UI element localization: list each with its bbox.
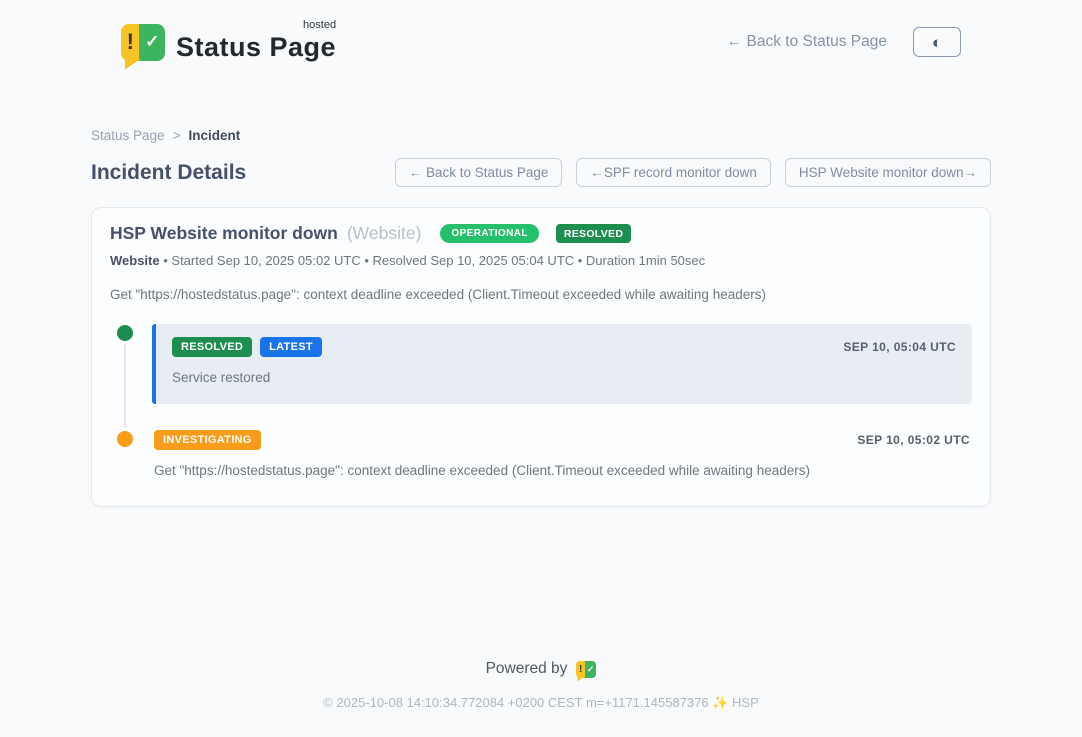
- prev-incident-button[interactable]: ←SPF record monitor down: [576, 158, 771, 187]
- breadcrumb: Status Page > Incident: [91, 128, 991, 143]
- latest-badge: LATEST: [260, 337, 322, 357]
- timeline-entry-head: RESOLVED LATEST SEP 10, 05:04 UTC: [172, 337, 956, 357]
- timeline-entry-resolved: RESOLVED LATEST SEP 10, 05:04 UTC Servic…: [152, 324, 972, 404]
- heading-row: Incident Details ← Back to Status Page ←…: [91, 158, 991, 187]
- investigating-badge: INVESTIGATING: [154, 430, 261, 450]
- next-incident-button[interactable]: HSP Website monitor down→: [785, 158, 991, 187]
- timeline-entry-investigating: INVESTIGATING SEP 10, 05:02 UTC Get "htt…: [152, 430, 972, 478]
- resolved-state-badge: RESOLVED: [556, 224, 631, 244]
- operational-status-badge: OPERATIONAL: [440, 224, 538, 243]
- timeline-badges: INVESTIGATING: [154, 430, 261, 450]
- half-circle-contrast-icon: ◐: [932, 34, 942, 51]
- status-page-mini-logo-icon: ! ✓: [576, 661, 596, 678]
- timeline-entry-plain: INVESTIGATING SEP 10, 05:02 UTC Get "htt…: [152, 430, 972, 478]
- incident-meta-component: Website: [110, 253, 160, 268]
- breadcrumb-incident: Incident: [188, 128, 240, 143]
- brand-hosted-label: hosted: [303, 20, 336, 31]
- incident-title: HSP Website monitor down: [110, 223, 338, 244]
- breadcrumb-status-page[interactable]: Status Page: [91, 128, 165, 143]
- breadcrumb-separator: >: [173, 128, 181, 143]
- incident-meta: Website • Started Sep 10, 2025 05:02 UTC…: [110, 253, 972, 268]
- powered-by-label: Powered by: [486, 660, 568, 678]
- timeline-entry-head: INVESTIGATING SEP 10, 05:02 UTC: [154, 430, 970, 450]
- app-logo[interactable]: ! ✓ Status Page hosted: [121, 24, 336, 61]
- check-icon: ✓: [139, 24, 165, 61]
- footer: Powered by ! ✓ © 2025-10-08 14:10:34.772…: [0, 630, 1082, 737]
- incident-meta-times: • Started Sep 10, 2025 05:02 UTC • Resol…: [163, 253, 705, 268]
- incident-timeline: RESOLVED LATEST SEP 10, 05:04 UTC Servic…: [110, 324, 972, 478]
- timeline-badges: RESOLVED LATEST: [172, 337, 322, 357]
- powered-by-link[interactable]: Powered by ! ✓: [0, 660, 1082, 678]
- header: ! ✓ Status Page hosted ← Back to Status …: [91, 14, 991, 70]
- header-back-to-status-page-link[interactable]: ← Back to Status Page: [727, 33, 887, 51]
- check-icon: ✓: [585, 661, 597, 678]
- timeline-dot-orange: [117, 431, 133, 447]
- incident-description: Get "https://hostedstatus.page": context…: [110, 287, 972, 302]
- incident-card: HSP Website monitor down (Website) OPERA…: [91, 207, 991, 507]
- resolved-badge: RESOLVED: [172, 337, 252, 357]
- exclamation-icon: !: [576, 661, 584, 678]
- timeline-connector-line: [124, 340, 126, 444]
- timeline-timestamp: SEP 10, 05:02 UTC: [857, 433, 970, 447]
- exclamation-icon: !: [121, 24, 139, 61]
- page-title: Incident Details: [91, 161, 246, 185]
- timeline-dot-green: [117, 325, 133, 341]
- brand-name: Status Page hosted: [176, 24, 336, 61]
- incident-title-row: HSP Website monitor down (Website) OPERA…: [110, 223, 972, 244]
- brand-name-label: Status Page: [176, 32, 336, 62]
- status-page-logo-icon: ! ✓: [121, 24, 165, 61]
- main-content: Status Page > Incident Incident Details …: [91, 128, 991, 507]
- theme-toggle-button[interactable]: ◐: [913, 27, 961, 57]
- incident-component: (Website): [347, 223, 422, 244]
- timeline-message: Get "https://hostedstatus.page": context…: [154, 463, 970, 478]
- timeline-message: Service restored: [172, 370, 956, 385]
- timeline-timestamp: SEP 10, 05:04 UTC: [843, 340, 956, 354]
- back-to-status-page-button[interactable]: ← Back to Status Page: [395, 158, 563, 187]
- timeline-entry-highlight-box: RESOLVED LATEST SEP 10, 05:04 UTC Servic…: [152, 324, 972, 404]
- copyright-text: © 2025-10-08 14:10:34.772084 +0200 CEST …: [0, 695, 1082, 711]
- incident-nav-buttons: ← Back to Status Page ←SPF record monito…: [395, 158, 991, 187]
- header-actions: ← Back to Status Page ◐: [727, 27, 961, 57]
